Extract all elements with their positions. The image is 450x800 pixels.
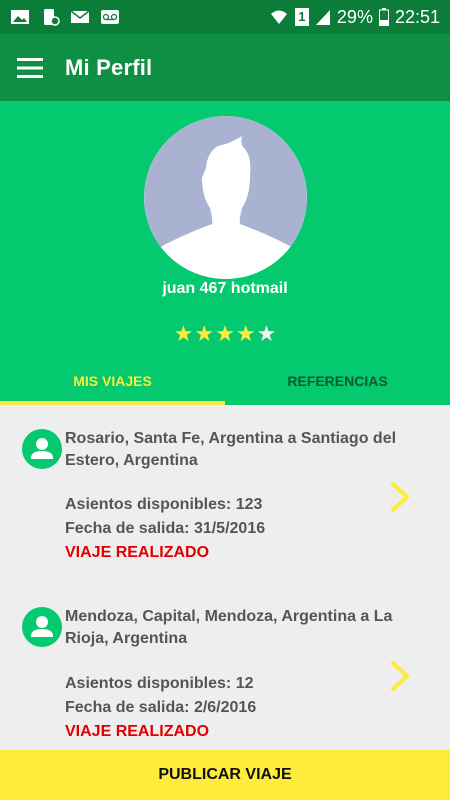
star-empty-icon: ★	[256, 321, 277, 346]
system-status: 1 29% 22:51	[269, 7, 440, 28]
username: juan 467 hotmail	[162, 280, 288, 297]
battery-percent: 29%	[336, 6, 373, 27]
trip-status: VIAJE REALIZADO	[65, 723, 210, 740]
trip-departure-date: Fecha de salida: 31/5/2016	[65, 520, 266, 537]
trip-departure-date: Fecha de salida: 2/6/2016	[65, 699, 257, 716]
tab-referencias[interactable]: REFERENCIAS	[225, 357, 450, 405]
tab-mis-viajes[interactable]: MIS VIAJES	[0, 357, 225, 405]
image-icon	[11, 10, 29, 24]
page-title: Mi Perfil	[65, 54, 153, 80]
avatar	[144, 116, 307, 279]
battery-icon	[378, 8, 389, 26]
sim-badge: 1	[294, 8, 309, 26]
trip-list[interactable]: Rosario, Santa Fe, Argentina a Santiago …	[0, 405, 450, 750]
screen: 1 29% 22:51 Mi Perfil juan 467 hotmail ★…	[0, 0, 450, 800]
hamburger-menu-icon	[17, 57, 43, 78]
signal-icon	[315, 10, 330, 25]
menu-button[interactable]	[0, 34, 60, 101]
tab-bar: MIS VIAJES REFERENCIAS	[0, 357, 450, 405]
person-icon	[22, 429, 62, 469]
profile-header: juan 467 hotmail ★ ★ ★ ★ ★ MIS VIAJES RE…	[0, 101, 450, 405]
trip-route: Mendoza, Capital, Mendoza, Argentina a L…	[65, 608, 393, 647]
notification-icons	[10, 8, 120, 26]
star-icon: ★	[235, 321, 256, 346]
trip-card[interactable]: Mendoza, Capital, Mendoza, Argentina a L…	[0, 583, 450, 750]
rating-stars: ★ ★ ★ ★ ★	[0, 323, 450, 345]
trip-card[interactable]: Rosario, Santa Fe, Argentina a Santiago …	[0, 405, 450, 583]
trip-route: Rosario, Santa Fe, Argentina a Santiago …	[65, 430, 397, 469]
trip-seats: Asientos disponibles: 123	[65, 496, 263, 513]
star-icon: ★	[173, 321, 194, 346]
person-glyph	[31, 616, 53, 637]
app-bar: Mi Perfil	[0, 34, 450, 101]
chevron-right-icon[interactable]	[388, 660, 412, 692]
clock: 22:51	[394, 6, 440, 27]
person-icon	[22, 607, 62, 647]
trip-seats: Asientos disponibles: 12	[65, 675, 254, 692]
trip-status: VIAJE REALIZADO	[65, 544, 210, 561]
wifi-icon	[270, 10, 287, 24]
user-silhouette-icon	[144, 116, 307, 279]
chevron-right-icon[interactable]	[388, 481, 412, 513]
status-bar: 1 29% 22:51	[0, 0, 450, 34]
star-icon: ★	[215, 321, 235, 346]
star-icon: ★	[194, 321, 215, 346]
person-glyph	[31, 438, 53, 459]
phone-sync-icon	[44, 9, 60, 26]
voicemail-icon	[101, 10, 119, 24]
publish-trip-button[interactable]: PUBLICAR VIAJE	[0, 750, 450, 800]
mail-icon	[70, 10, 90, 23]
